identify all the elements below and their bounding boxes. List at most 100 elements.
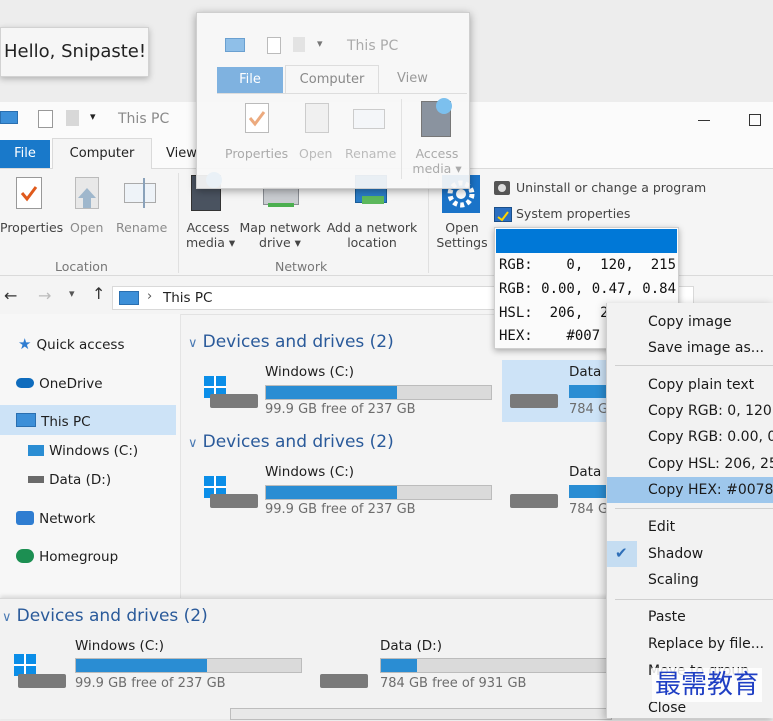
access-media-line1: Access	[186, 220, 230, 235]
drive-name: Windows (C:)	[75, 638, 165, 654]
color-swatch	[496, 229, 677, 253]
menu-item-edit[interactable]: Edit	[607, 514, 773, 540]
drive-usage-fill	[76, 659, 207, 672]
hard-drive-icon	[18, 674, 66, 688]
ghost-window-title: This PC	[347, 38, 399, 54]
nav-item-onedrive[interactable]: OneDrive	[16, 373, 103, 392]
hsl-readout: HSL: 206, 2	[499, 305, 609, 321]
drive-usage-bar	[265, 485, 492, 500]
group-label-network: Network	[275, 259, 328, 274]
forward-arrow-icon[interactable]: →	[38, 286, 51, 305]
back-arrow-icon[interactable]: ←	[4, 286, 17, 305]
nav-item-homegroup[interactable]: Homegroup	[16, 546, 118, 565]
ghost-access-media-label: Access media ▾	[409, 146, 465, 176]
rgb-readout: RGB: 0, 120, 215	[499, 257, 677, 273]
watermark-logo: 最需教育	[652, 668, 763, 702]
tab-file[interactable]: File	[0, 140, 50, 168]
rename-icon	[353, 109, 385, 129]
drive-tile-d[interactable]: Data ( 784 G	[502, 462, 611, 522]
drive-name-partial: Data (	[569, 464, 611, 480]
drive-free-space: 99.9 GB free of 237 GB	[265, 402, 416, 417]
nav-label-windows-c: Windows (C:)	[49, 443, 139, 459]
menu-item-scaling[interactable]: Scaling	[607, 567, 773, 593]
drive-tile-c[interactable]: Windows (C:) 99.9 GB free of 237 GB	[204, 462, 494, 520]
open-label: Open	[70, 220, 104, 235]
uninstall-icon	[494, 181, 510, 195]
map-drive-line1: Map network	[239, 220, 321, 235]
drive-name: Data (D:)	[380, 638, 443, 654]
hard-drive-icon	[210, 494, 258, 508]
rename-label: Rename	[116, 220, 168, 235]
nav-label-onedrive: OneDrive	[39, 376, 103, 392]
drive-tile-d-selected[interactable]: Data ( 784 G	[502, 360, 611, 422]
system-properties-label: System properties	[516, 206, 631, 221]
up-arrow-icon[interactable]: ↑	[92, 284, 105, 303]
nav-item-quick-access[interactable]: ★ Quick access	[18, 334, 125, 353]
nav-item-data-d[interactable]: Data (D:)	[28, 469, 111, 488]
properties-quick-icon[interactable]	[38, 110, 53, 128]
hard-drive-icon	[510, 494, 558, 508]
open-settings-line2: Settings	[436, 235, 488, 250]
section-header-devices[interactable]: ∨ Devices and drives (2)	[188, 332, 394, 352]
drive-tile-c[interactable]: Windows (C:) 99.9 GB free of 237 GB	[204, 362, 494, 420]
drive-tile-d[interactable]: Data (D:) 784 GB free of 931 GB	[320, 636, 610, 696]
quick-access-dropdown-icon[interactable]: ▾	[90, 110, 96, 123]
drive-usage-bar	[569, 485, 609, 498]
section-header-devices[interactable]: ∨ Devices and drives (2)	[2, 606, 208, 626]
drive-free-space-partial: 784 G	[569, 502, 609, 517]
tab-computer[interactable]: Computer	[52, 138, 152, 170]
drive-usage-fill	[381, 659, 418, 672]
drive-usage-fill	[266, 386, 397, 399]
drive-free-space-partial: 784 G	[569, 402, 609, 417]
menu-item-copy-hex[interactable]: Copy HEX: #0078D7	[607, 477, 773, 503]
rgb-float-readout: RGB: 0.00, 0.47, 0.84	[499, 281, 677, 297]
new-folder-quick-icon[interactable]	[66, 110, 79, 126]
star-icon: ★	[18, 335, 32, 353]
drive-name-partial: Data (	[569, 364, 611, 380]
recent-locations-chevron-icon[interactable]: ▾	[69, 287, 75, 300]
access-media-line2: media	[186, 235, 225, 250]
menu-item-copy-rgb-float[interactable]: Copy RGB: 0.00, 0.47	[607, 424, 773, 450]
menu-item-save-image-as[interactable]: Save image as...	[607, 335, 773, 361]
quick-access-dropdown-icon: ▾	[317, 37, 323, 50]
drive-usage-fill	[266, 486, 397, 499]
snipaste-pinned-window[interactable]: ▾ This PC File Computer View Properties …	[196, 12, 470, 189]
computer-icon	[225, 38, 245, 52]
chevron-down-icon: ∨	[188, 436, 198, 451]
nav-item-network[interactable]: Network	[16, 508, 95, 527]
menu-item-copy-rgb[interactable]: Copy RGB: 0, 120, 21	[607, 398, 773, 424]
snipaste-toast: Hello, Snipaste!	[0, 27, 149, 77]
menu-item-replace-by-file[interactable]: Replace by file...	[607, 631, 773, 657]
drive-tile-c[interactable]: Windows (C:) 99.9 GB free of 237 GB	[14, 636, 314, 696]
section-header-devices[interactable]: ∨ Devices and drives (2)	[188, 432, 394, 452]
system-properties-button[interactable]: System properties	[494, 205, 694, 223]
menu-item-copy-hsl[interactable]: Copy HSL: 206, 255,	[607, 451, 773, 477]
add-location-line1: Add a network	[326, 220, 418, 235]
ghost-open-label: Open	[299, 146, 333, 161]
menu-separator	[615, 599, 773, 600]
maximize-icon[interactable]	[749, 114, 761, 126]
network-icon	[16, 511, 34, 525]
uninstall-program-button[interactable]: Uninstall or change a program	[494, 179, 724, 197]
menu-item-paste[interactable]: Paste	[607, 604, 773, 630]
open-settings-line1: Open	[445, 220, 479, 235]
properties-label: Properties	[0, 220, 64, 235]
drive-usage-bar	[569, 385, 609, 398]
menu-item-copy-image[interactable]: Copy image	[607, 309, 773, 335]
menu-item-copy-plain-text[interactable]: Copy plain text	[607, 372, 773, 398]
minimize-icon[interactable]	[698, 120, 710, 121]
drive-usage-bar	[265, 385, 492, 400]
snipaste-toolbar-edge[interactable]	[230, 708, 612, 720]
nav-item-this-pc[interactable]: This PC	[16, 411, 91, 430]
menu-item-shadow[interactable]: Shadow	[607, 541, 773, 567]
tab-view[interactable]: View	[166, 140, 197, 168]
properties-icon	[16, 177, 42, 209]
uninstall-label: Uninstall or change a program	[516, 180, 707, 195]
nav-label-homegroup: Homegroup	[39, 549, 119, 565]
nav-label-quick-access: Quick access	[36, 337, 125, 353]
breadcrumb-this-pc[interactable]: This PC	[163, 290, 212, 306]
window-title: This PC	[118, 111, 170, 127]
nav-item-windows-c[interactable]: Windows (C:)	[28, 440, 138, 459]
add-network-location-label: Add a network location	[325, 220, 419, 250]
computer-icon	[16, 413, 36, 427]
